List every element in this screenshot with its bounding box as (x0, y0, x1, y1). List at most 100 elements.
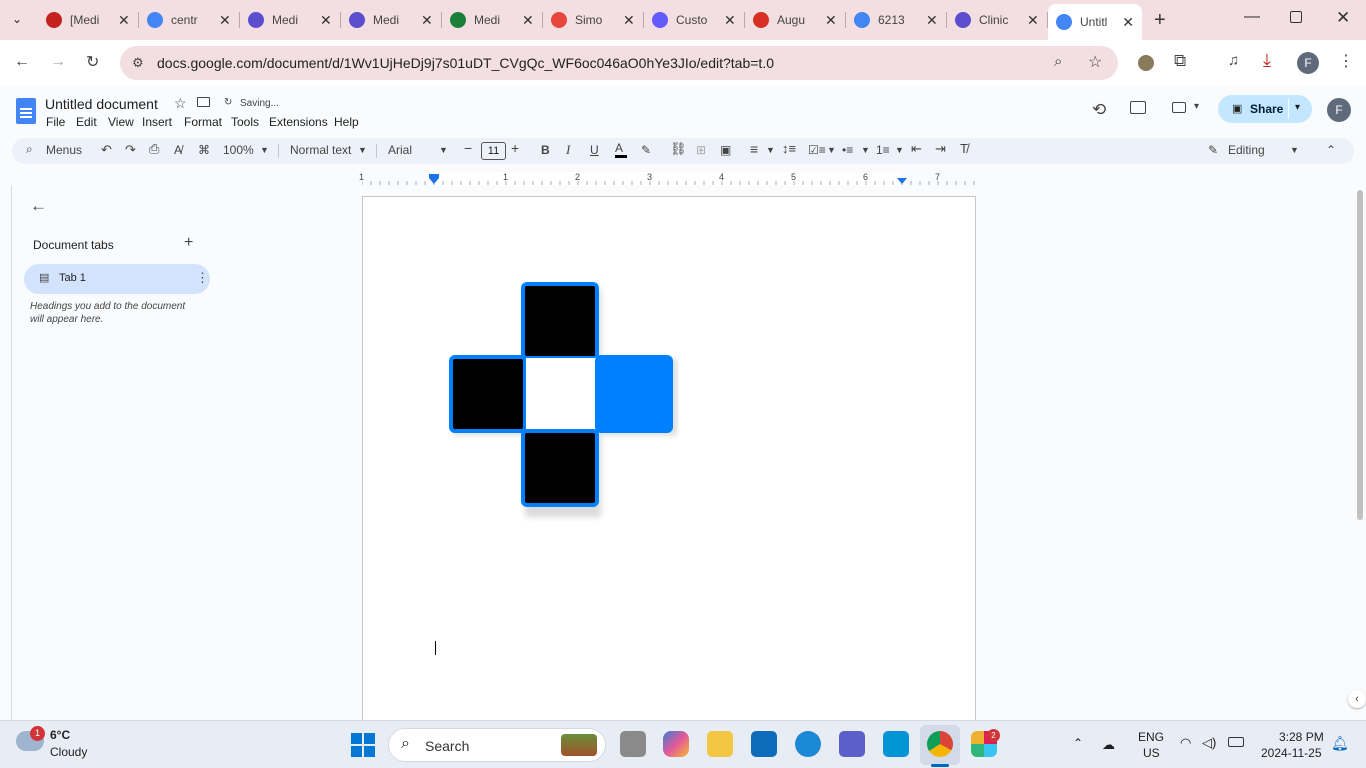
close-sidebar-back-icon[interactable]: ← (30, 196, 47, 216)
increase-indent-icon[interactable]: ⇥ (935, 141, 946, 157)
print-icon[interactable]: ⎙ (149, 141, 159, 157)
url-text[interactable]: docs.google.com/document/d/1Wv1UjHeDj9j7… (157, 55, 774, 71)
bold-icon[interactable]: B (541, 143, 550, 157)
bulleted-list-dropdown-icon[interactable]: ▼ (861, 145, 870, 155)
browser-profile-avatar[interactable]: F (1297, 52, 1319, 74)
onedrive-icon[interactable]: ☁ (1102, 737, 1115, 753)
cross-shape-drawing[interactable] (447, 281, 679, 521)
align-dropdown-icon[interactable]: ▼ (766, 145, 775, 155)
document-page[interactable] (362, 196, 976, 726)
volume-icon[interactable]: ◁) (1202, 735, 1216, 751)
reload-icon[interactable]: ↻ (86, 52, 99, 72)
chrome-icon[interactable] (927, 731, 953, 757)
font-size-input[interactable]: 11 (481, 142, 506, 160)
move-folder-icon[interactable] (197, 97, 210, 107)
vertical-ruler[interactable] (0, 186, 12, 720)
sidebar-item-tab-1[interactable]: ▤ Tab 1 ⋮ (24, 264, 210, 294)
menu-format[interactable]: Format (184, 115, 222, 129)
menu-help[interactable]: Help (334, 115, 359, 129)
share-button[interactable]: ▣ Share ▾ (1218, 95, 1312, 123)
menu-edit[interactable]: Edit (76, 115, 97, 129)
zoom-dropdown-icon[interactable]: ▼ (260, 145, 269, 155)
puzzle-icon[interactable]: ⧉ (1174, 51, 1186, 71)
browser-tab[interactable]: [Medi ✕ (38, 6, 139, 34)
spellcheck-icon[interactable]: A̸ (174, 143, 182, 157)
clear-formatting-icon[interactable]: T̸ (960, 141, 968, 156)
horizontal-ruler[interactable]: 1 1 2 3 4 5 6 7 (359, 172, 976, 186)
line-spacing-icon[interactable]: ↕≡ (782, 141, 796, 156)
account-avatar[interactable]: F (1327, 98, 1351, 122)
close-tab-icon[interactable]: ✕ (421, 12, 433, 29)
file-explorer-icon[interactable] (707, 731, 733, 757)
clock-date[interactable]: 2024-11-25 (1261, 746, 1322, 760)
tab-search-chevron-icon[interactable]: ⌄ (12, 12, 22, 26)
version-history-icon[interactable]: ⟲ (1092, 100, 1106, 120)
address-bar[interactable]: ⚙ docs.google.com/document/d/1Wv1UjHeDj9… (120, 46, 1118, 80)
insert-image-icon[interactable]: ▣ (720, 143, 731, 157)
redo-icon[interactable]: ↷ (125, 142, 136, 158)
search-menus-label[interactable]: Menus (46, 143, 82, 157)
docs-logo-icon[interactable] (16, 98, 36, 124)
weather-temp[interactable]: 6°C (50, 728, 70, 742)
hide-menus-icon[interactable]: ⌃ (1326, 143, 1336, 157)
comments-icon[interactable] (1130, 101, 1146, 114)
numbered-list-dropdown-icon[interactable]: ▼ (895, 145, 904, 155)
close-tab-icon[interactable]: ✕ (320, 12, 332, 29)
text-color-icon[interactable]: A (615, 141, 627, 158)
taskbar-search-box[interactable]: ⌕ Search (388, 728, 606, 762)
star-icon[interactable]: ☆ (174, 95, 187, 112)
close-window-icon[interactable]: ✕ (1336, 8, 1350, 28)
checklist-icon[interactable]: ☑≡ (808, 143, 826, 157)
browser-menu-icon[interactable]: ⋮ (1338, 51, 1354, 71)
insert-link-icon[interactable]: ⛓ (670, 141, 687, 157)
highlight-icon[interactable]: ✎ (641, 143, 651, 157)
close-tab-icon[interactable]: ✕ (926, 12, 938, 29)
close-tab-icon[interactable]: ✕ (623, 12, 635, 29)
edge-icon[interactable] (795, 731, 821, 757)
lang-bottom[interactable]: US (1143, 746, 1160, 760)
show-hidden-icons-icon[interactable]: ⌃ (1073, 736, 1083, 750)
font-select[interactable]: Arial (388, 143, 412, 157)
start-windows-icon[interactable] (351, 733, 375, 757)
browser-tab[interactable]: Simo ✕ (543, 6, 644, 34)
close-tab-icon[interactable]: ✕ (219, 12, 231, 29)
restore-icon[interactable] (1290, 11, 1302, 23)
editing-mode-select[interactable]: Editing (1228, 143, 1265, 157)
browser-tab[interactable]: Augu ✕ (745, 6, 846, 34)
font-dropdown-icon[interactable]: ▼ (439, 145, 448, 155)
weather-desc[interactable]: Cloudy (50, 745, 87, 759)
extension-icon[interactable] (1138, 55, 1154, 71)
decrease-font-size-icon[interactable]: − (464, 140, 472, 156)
align-icon[interactable]: ≡ (750, 141, 758, 157)
decrease-indent-icon[interactable]: ⇤ (911, 141, 922, 157)
site-info-icon[interactable]: ⚙ (132, 55, 144, 71)
browser-tab[interactable]: Medi ✕ (341, 6, 442, 34)
microsoft-store-icon[interactable] (751, 731, 777, 757)
doc-title[interactable]: Untitled document (45, 96, 158, 112)
add-comment-icon[interactable]: ⊞ (696, 143, 706, 157)
undo-icon[interactable]: ↶ (101, 142, 112, 158)
task-view-icon[interactable] (620, 731, 646, 757)
lang-top[interactable]: ENG (1138, 730, 1164, 744)
browser-tab[interactable]: Custo ✕ (644, 6, 745, 34)
browser-tab[interactable]: 6213 ✕ (846, 6, 947, 34)
menu-insert[interactable]: Insert (142, 115, 172, 129)
new-tab-icon[interactable]: + (1154, 9, 1166, 32)
scrollbar-thumb[interactable] (1357, 190, 1363, 520)
editing-mode-dropdown-icon[interactable]: ▼ (1290, 145, 1299, 155)
browser-tab[interactable]: Medi ✕ (240, 6, 341, 34)
editing-pencil-icon[interactable]: ✎ (1208, 143, 1218, 157)
battery-icon[interactable] (1228, 737, 1244, 747)
left-indent-marker[interactable] (429, 178, 439, 184)
underline-icon[interactable]: U (590, 143, 599, 157)
increase-font-size-icon[interactable]: + (511, 140, 519, 156)
meet-dropdown-icon[interactable]: ▾ (1194, 101, 1199, 112)
search-menus-icon[interactable]: ⌕ (26, 142, 33, 157)
notification-bell-icon[interactable]: 🔔︎ (1331, 735, 1349, 752)
close-tab-icon[interactable]: ✕ (724, 12, 736, 29)
tab-more-icon[interactable]: ⋮ (196, 270, 209, 286)
checklist-dropdown-icon[interactable]: ▼ (827, 145, 836, 155)
numbered-list-icon[interactable]: 1≡ (876, 143, 890, 157)
teams-icon[interactable] (839, 731, 865, 757)
clock-time[interactable]: 3:28 PM (1279, 730, 1324, 744)
